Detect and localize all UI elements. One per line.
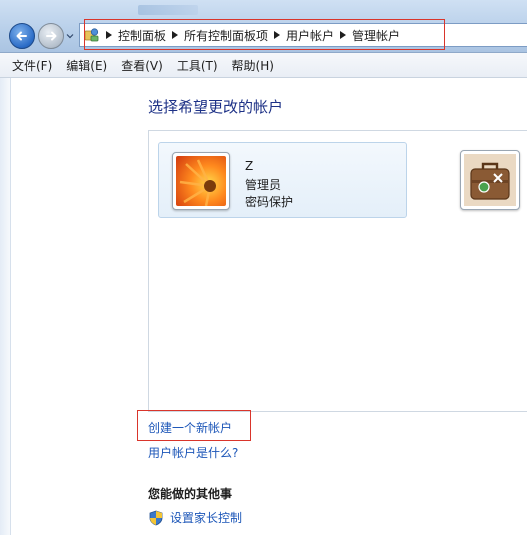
back-arrow-icon	[16, 31, 27, 41]
what-is-user-account-link[interactable]: 用户帐户是什么?	[148, 444, 238, 461]
breadcrumb-arrow-icon[interactable]	[337, 29, 349, 41]
breadcrumb-arrow-icon[interactable]	[103, 29, 115, 41]
menu-file[interactable]: 文件(F)	[0, 57, 59, 74]
menu-edit[interactable]: 编辑(E)	[59, 57, 114, 74]
menu-help[interactable]: 帮助(H)	[225, 57, 281, 74]
account-name: Z	[245, 159, 254, 173]
forward-arrow-icon	[46, 31, 57, 41]
page-title: 选择希望更改的帐户	[148, 98, 284, 116]
account-avatar	[172, 152, 230, 210]
window-title-fragment	[138, 5, 198, 15]
account-tile-z[interactable]: Z 管理员 密码保护	[158, 142, 407, 218]
left-pane-edge	[0, 78, 11, 535]
account-password-status: 密码保护	[245, 195, 294, 209]
account-tile-guest[interactable]	[460, 150, 520, 210]
back-button[interactable]	[9, 23, 35, 49]
control-panel-icon	[84, 28, 99, 42]
menu-view[interactable]: 查看(V)	[114, 57, 170, 74]
suitcase-picture-icon	[464, 154, 516, 206]
forward-button[interactable]	[38, 23, 64, 49]
breadcrumb-user-accounts[interactable]: 用户帐户	[283, 27, 337, 44]
account-type: 管理员	[245, 178, 282, 192]
menu-bar: 文件(F) 编辑(E) 查看(V) 工具(T) 帮助(H)	[0, 53, 527, 78]
breadcrumb-control-panel[interactable]: 控制面板	[115, 27, 169, 44]
uac-shield-icon	[149, 510, 163, 525]
orange-flower-picture-icon	[176, 156, 226, 206]
menu-tools[interactable]: 工具(T)	[170, 57, 225, 74]
create-new-account-link[interactable]: 创建一个新帐户	[148, 419, 232, 436]
address-bar[interactable]: 控制面板 所有控制面板项 用户帐户 管理帐户	[79, 23, 527, 47]
parental-controls-task[interactable]: 设置家长控制	[148, 509, 242, 526]
parental-controls-label: 设置家长控制	[170, 511, 243, 525]
chevron-down-icon[interactable]	[66, 32, 74, 40]
breadcrumb-arrow-icon[interactable]	[271, 29, 283, 41]
breadcrumb-arrow-icon[interactable]	[169, 29, 181, 41]
other-tasks-heading: 您能做的其他事	[148, 487, 233, 501]
navigation-bar: 控制面板 所有控制面板项 用户帐户 管理帐户	[0, 0, 527, 53]
breadcrumb-manage-accounts[interactable]: 管理帐户	[349, 27, 403, 44]
breadcrumb-all-control-panel-items[interactable]: 所有控制面板项	[181, 27, 271, 44]
